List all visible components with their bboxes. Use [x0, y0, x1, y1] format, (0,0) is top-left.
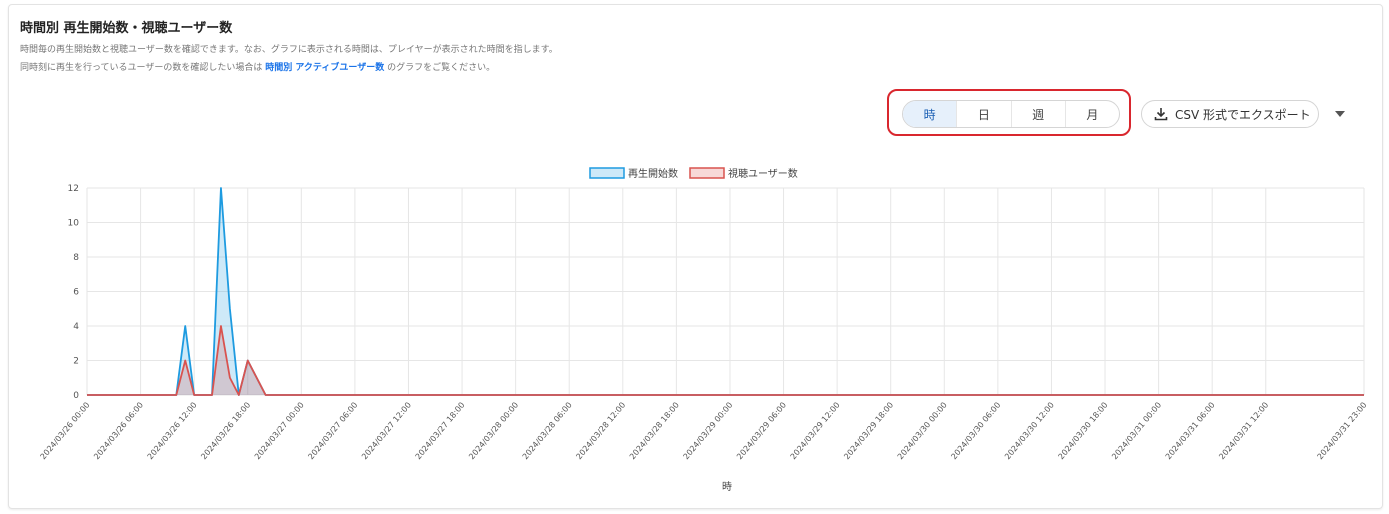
x-tick-label: 2024/03/28 00:00	[467, 401, 520, 462]
x-tick-label: 2024/03/31 23:00	[1316, 401, 1369, 462]
x-tick-label: 2024/03/27 00:00	[253, 401, 306, 462]
y-tick-label: 8	[73, 253, 79, 263]
x-tick-label: 2024/03/27 18:00	[414, 401, 467, 462]
legend-label-1: 再生開始数	[628, 167, 678, 180]
x-tick-label: 2024/03/30 00:00	[896, 401, 949, 462]
x-tick-label: 2024/03/26 18:00	[199, 401, 252, 462]
x-axis-label: 時	[722, 481, 732, 493]
y-tick-label: 12	[68, 184, 79, 194]
y-tick-label: 0	[73, 391, 79, 401]
x-tick-label: 2024/03/29 06:00	[735, 401, 788, 462]
x-tick-label: 2024/03/29 00:00	[682, 401, 735, 462]
legend-swatch-2	[689, 167, 725, 179]
x-tick-label: 2024/03/27 12:00	[360, 401, 413, 462]
x-tick-label: 2024/03/28 06:00	[521, 401, 574, 462]
hourly-chart: 0 2 4 6 8 10 12 2024/03/26 00:00 2024/03/26 06:0…	[39, 167, 1369, 493]
x-tick-label: 2024/03/26 12:00	[146, 401, 199, 462]
y-tick-label: 10	[68, 219, 80, 229]
x-tick-label: 2024/03/30 06:00	[949, 401, 1002, 462]
legend-label-2: 視聴ユーザー数	[728, 167, 798, 180]
x-tick-label: 2024/03/27 06:00	[306, 401, 359, 462]
x-tick-label: 2024/03/31 12:00	[1217, 401, 1270, 462]
x-tick-label: 2024/03/26 00:00	[39, 401, 92, 462]
y-tick-label: 6	[73, 288, 79, 298]
x-tick-label: 2024/03/30 12:00	[1003, 401, 1056, 462]
legend-swatch-1	[589, 167, 625, 179]
x-tick-label: 2024/03/29 18:00	[842, 401, 895, 462]
x-tick-label: 2024/03/28 18:00	[628, 401, 681, 462]
x-tick-label: 2024/03/30 18:00	[1057, 401, 1110, 462]
y-tick-label: 2	[73, 357, 79, 367]
y-tick-label: 4	[73, 322, 79, 332]
x-tick-label: 2024/03/31 00:00	[1110, 401, 1163, 462]
x-tick-label: 2024/03/28 12:00	[574, 401, 627, 462]
x-tick-label: 2024/03/31 06:00	[1164, 401, 1217, 462]
x-tick-label: 2024/03/29 12:00	[789, 401, 842, 462]
x-tick-label: 2024/03/26 06:00	[92, 401, 145, 462]
